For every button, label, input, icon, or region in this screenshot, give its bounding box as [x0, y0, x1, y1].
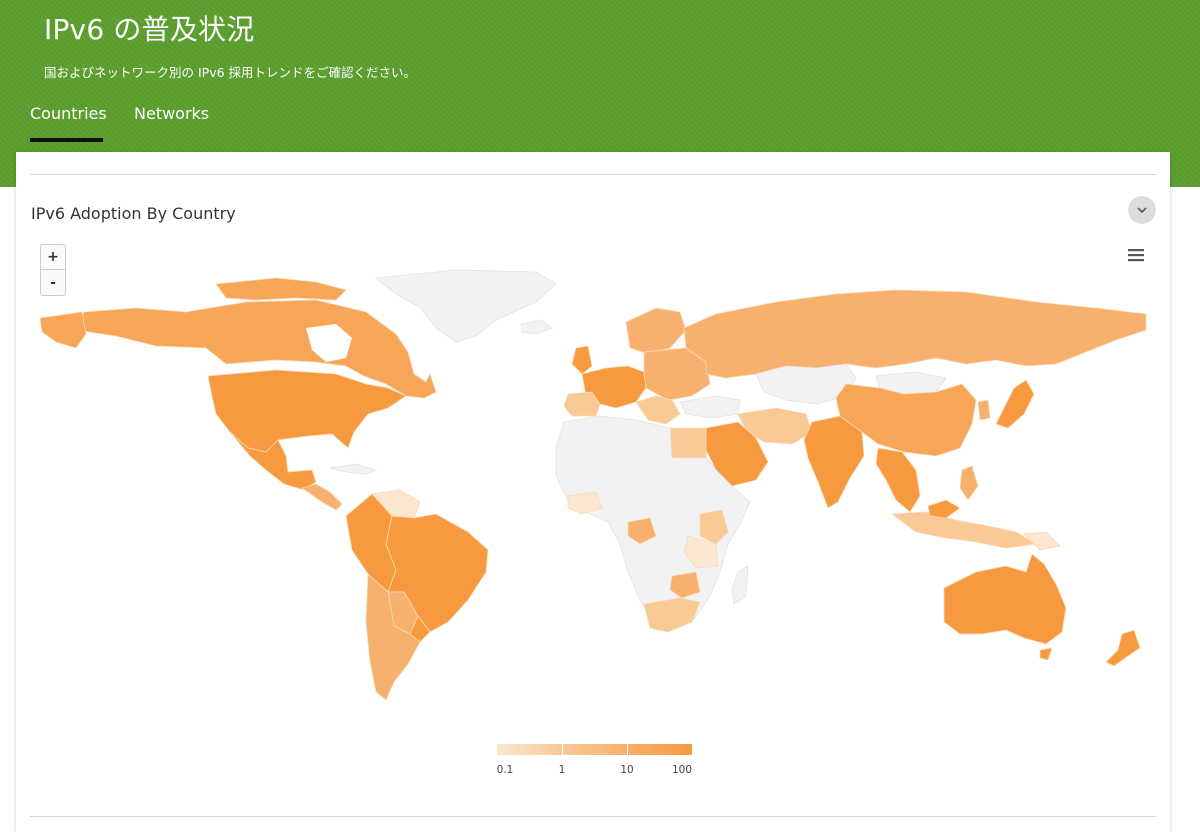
legend-separator: [562, 744, 563, 755]
region-central-america: [301, 483, 343, 511]
region-scandinavia: [625, 307, 687, 355]
region-madagascar: [731, 565, 749, 605]
region-india: [803, 415, 865, 509]
menu-icon[interactable]: [1126, 246, 1146, 264]
region-philippines: [959, 465, 979, 501]
legend-color-scale: [497, 744, 692, 755]
active-tab-indicator: [30, 138, 103, 142]
region-canada-islands: [215, 277, 347, 301]
region-caribbean: [329, 463, 378, 475]
zoom-in-button[interactable]: +: [40, 244, 66, 270]
region-alaska: [39, 311, 87, 349]
region-tasmania: [1039, 647, 1053, 661]
divider: [30, 816, 1156, 817]
region-australia: [943, 553, 1067, 645]
region-russia: [683, 289, 1147, 379]
region-iceland: [520, 319, 553, 335]
region-indonesia: [890, 511, 1038, 549]
tab-countries[interactable]: Countries: [30, 104, 107, 123]
zoom-out-button[interactable]: -: [40, 270, 66, 296]
page-subtitle: 国およびネットワーク別の IPv6 採用トレンドをご確認ください。: [44, 65, 417, 80]
region-japan: [995, 379, 1035, 429]
region-malaysia: [927, 499, 961, 519]
region-balkans: [635, 395, 681, 425]
region-egypt: [669, 427, 707, 459]
legend-tick-label: 1: [558, 764, 566, 776]
region-southeast-asia: [875, 447, 921, 513]
world-map[interactable]: [16, 152, 1170, 832]
legend-separator: [627, 744, 628, 755]
region-uk: [571, 345, 593, 375]
page-title: IPv6 の普及状況: [44, 13, 255, 46]
legend-tick-label: 0.1: [496, 764, 514, 776]
legend-tick-label: 10: [620, 764, 634, 776]
legend-tick-label: 100: [671, 764, 693, 776]
region-iberia: [563, 391, 601, 417]
region-korea: [977, 399, 991, 421]
region-south-africa: [643, 597, 701, 633]
tab-networks[interactable]: Networks: [134, 104, 209, 123]
map-card: IPv6 Adoption By Country + - 0.1 1 10 10…: [16, 152, 1170, 832]
region-turkey: [679, 395, 741, 419]
region-new-zealand: [1105, 629, 1141, 667]
